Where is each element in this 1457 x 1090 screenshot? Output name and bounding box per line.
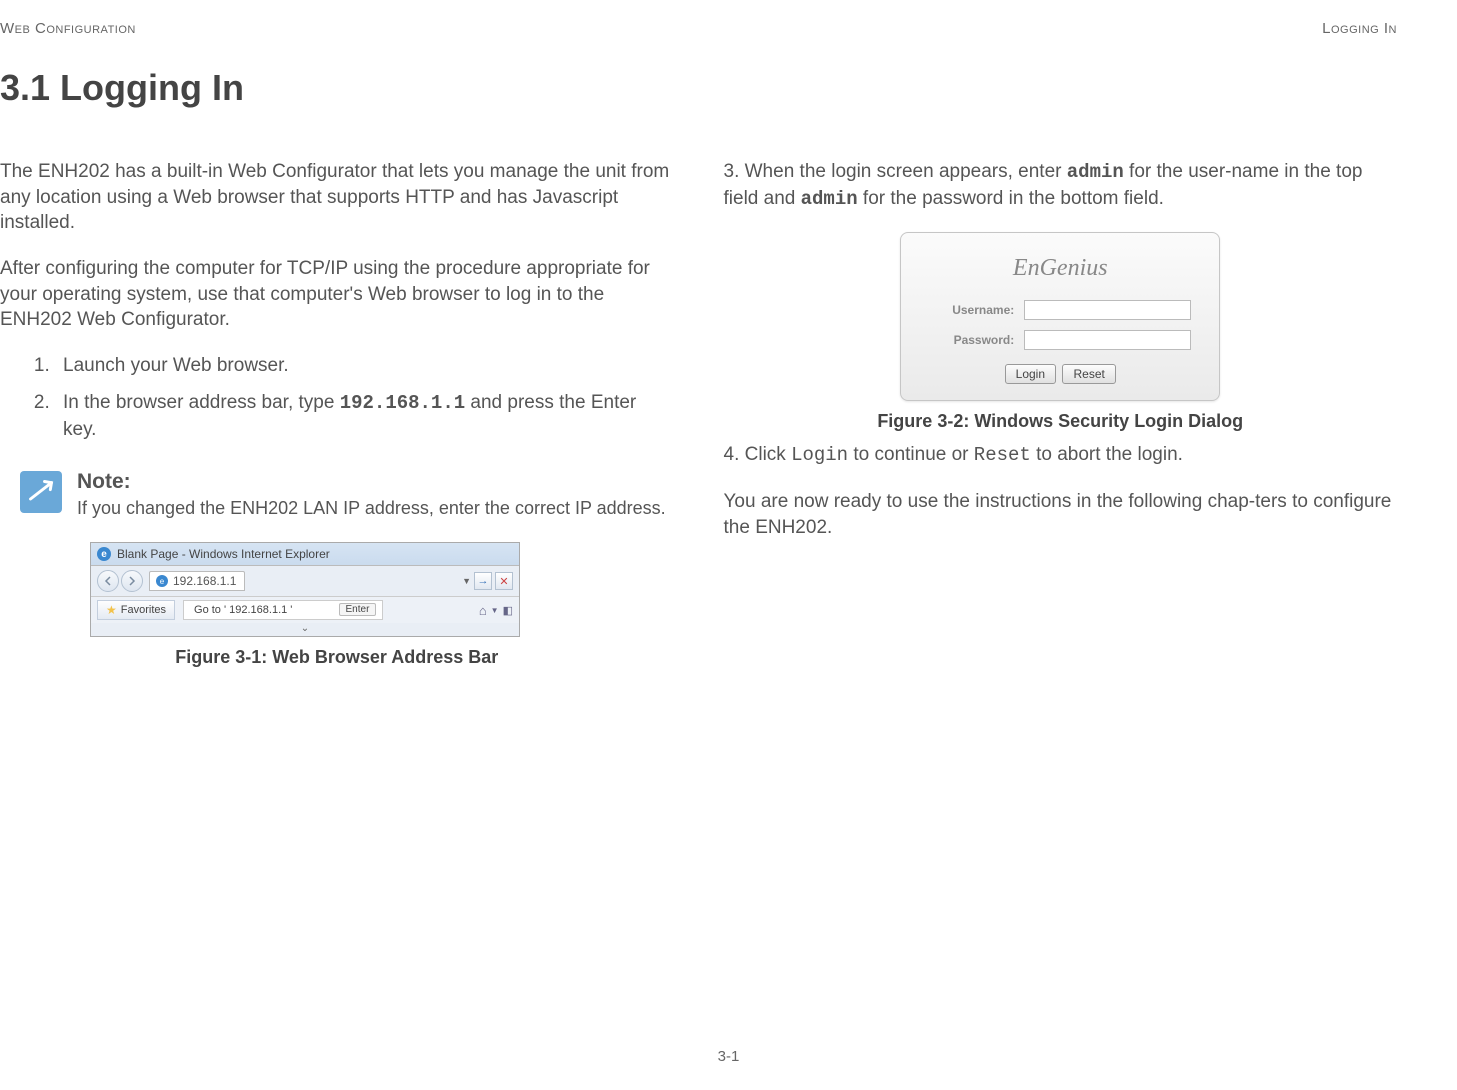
star-icon: ★	[106, 603, 117, 617]
username-input[interactable]	[1024, 300, 1191, 320]
nav-buttons	[97, 570, 143, 592]
address-url: 192.168.1.1	[173, 574, 236, 588]
page-number: 3-1	[0, 1048, 1457, 1065]
page-icon: e	[156, 575, 168, 587]
figure-3-1-caption: Figure 3-1: Web Browser Address Bar	[0, 647, 674, 668]
step-3-text-c: for the password in the bottom field.	[858, 188, 1164, 209]
ie-icon: e	[97, 547, 111, 561]
login-button[interactable]: Login	[1005, 364, 1056, 384]
content-columns: The ENH202 has a built-in Web Configurat…	[0, 159, 1397, 678]
note-icon	[20, 471, 62, 513]
username-row: Username:	[929, 300, 1191, 320]
browser-title: Blank Page - Windows Internet Explorer	[117, 547, 330, 561]
favorites-label: Favorites	[121, 604, 166, 616]
password-label: Password:	[929, 333, 1014, 347]
browser-titlebar: e Blank Page - Windows Internet Explorer	[91, 543, 519, 566]
note-body: If you changed the ENH202 LAN IP address…	[77, 498, 666, 518]
note-box: Note: If you changed the ENH202 LAN IP a…	[20, 468, 674, 521]
left-column: The ENH202 has a built-in Web Configurat…	[0, 159, 674, 678]
login-buttons: Login Reset	[929, 364, 1191, 384]
enter-badge: Enter	[339, 603, 377, 616]
dropdown-arrow-icon[interactable]: ▼	[462, 576, 471, 586]
browser-toolbar: ★ Favorites Go to ' 192.168.1.1 ' Enter …	[91, 597, 519, 623]
step-2-ip: 192.168.1.1	[340, 392, 465, 414]
step-2-text-a: In the browser address bar, type	[63, 392, 340, 413]
stop-button[interactable]: ✕	[495, 572, 513, 590]
go-button[interactable]: →	[474, 572, 492, 590]
favorites-button[interactable]: ★ Favorites	[97, 600, 175, 620]
note-title: Note:	[77, 468, 674, 495]
password-input[interactable]	[1024, 330, 1191, 350]
browser-window: e Blank Page - Windows Internet Explorer…	[90, 542, 520, 637]
page-header: Web Configuration Logging In	[0, 20, 1397, 37]
expand-chevron-icon[interactable]: ⌄	[91, 623, 519, 636]
step-4-text-b: to continue or	[848, 444, 974, 465]
closing-paragraph: You are now ready to use the instruction…	[724, 489, 1398, 540]
step-1: Launch your Web browser.	[55, 353, 674, 379]
note-content: Note: If you changed the ENH202 LAN IP a…	[77, 468, 674, 521]
step-4-reset: Reset	[974, 444, 1031, 466]
reset-button[interactable]: Reset	[1062, 364, 1115, 384]
step-3-text-a: 3. When the login screen appears, enter	[724, 161, 1067, 182]
step-3-admin1: admin	[1067, 161, 1124, 183]
goto-text: Go to ' 192.168.1.1 '	[194, 604, 292, 616]
toolbar-right: ⌂ ▼ ◧	[479, 603, 513, 618]
intro-paragraph-1: The ENH202 has a built-in Web Configurat…	[0, 159, 674, 236]
back-button[interactable]	[97, 570, 119, 592]
chevron-down-icon[interactable]: ▼	[491, 606, 499, 615]
step-4-login: Login	[791, 444, 848, 466]
step-2: In the browser address bar, type 192.168…	[55, 390, 674, 442]
figure-3-2: EnGenius Username: Password: Login Reset…	[724, 232, 1398, 432]
section-title: 3.1 Logging In	[0, 67, 1397, 109]
login-brand: EnGenius	[929, 255, 1191, 282]
home-icon[interactable]: ⌂	[479, 603, 487, 618]
step-3-paragraph: 3. When the login screen appears, enter …	[724, 159, 1398, 212]
figure-3-1: e Blank Page - Windows Internet Explorer…	[0, 542, 674, 668]
username-label: Username:	[929, 303, 1014, 317]
address-bar[interactable]: e 192.168.1.1	[149, 571, 245, 591]
step-3-admin2: admin	[801, 188, 858, 210]
figure-3-2-caption: Figure 3-2: Windows Security Login Dialo…	[724, 411, 1398, 432]
intro-paragraph-2: After configuring the computer for TCP/I…	[0, 256, 674, 333]
step-4-paragraph: 4. Click Login to continue or Reset to a…	[724, 442, 1398, 469]
feed-icon[interactable]: ◧	[503, 604, 513, 617]
forward-button[interactable]	[121, 570, 143, 592]
step-4-text-c: to abort the login.	[1031, 444, 1183, 465]
nav-right-controls: ▼ → ✕	[462, 572, 513, 590]
right-column: 3. When the login screen appears, enter …	[724, 159, 1398, 678]
password-row: Password:	[929, 330, 1191, 350]
login-dialog: EnGenius Username: Password: Login Reset	[900, 232, 1220, 401]
steps-list: Launch your Web browser. In the browser …	[0, 353, 674, 443]
goto-suggestion[interactable]: Go to ' 192.168.1.1 ' Enter	[183, 600, 383, 620]
header-right: Logging In	[1322, 20, 1397, 37]
header-left: Web Configuration	[0, 20, 136, 37]
browser-navbar: e 192.168.1.1 ▼ → ✕	[91, 566, 519, 597]
step-4-text-a: 4. Click	[724, 444, 792, 465]
